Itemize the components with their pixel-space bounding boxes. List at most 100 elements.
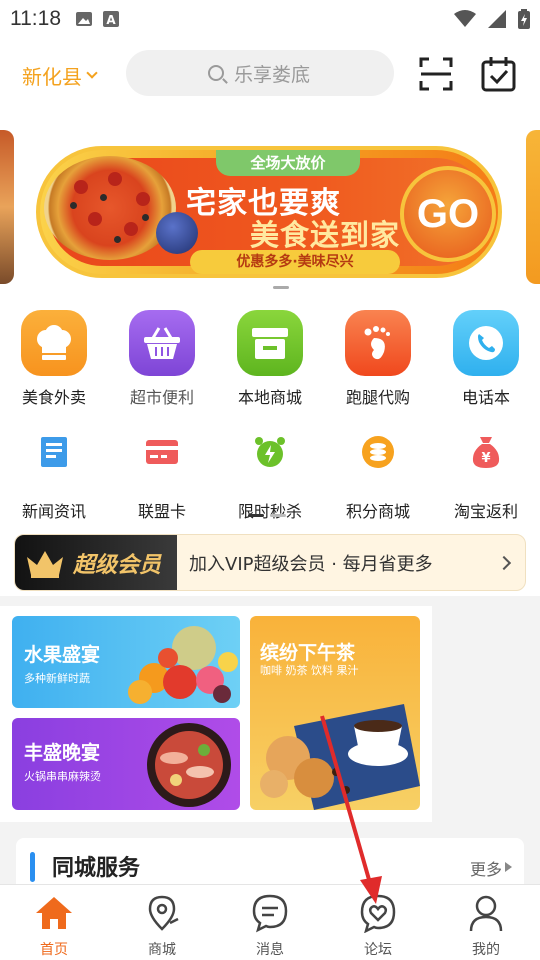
category-label: 新闻资讯 (21, 502, 86, 521)
promo-card-fruit[interactable]: 水果盛宴 多种新鲜时蔬 (12, 616, 240, 708)
chevron-right-icon (496, 555, 512, 570)
promo-title: 缤纷下午茶 (260, 642, 356, 664)
fruit-image (128, 626, 238, 704)
banner-carousel[interactable]: 全场大放价 宅家也要爽 美食送到家 优惠多多·美味尽兴 GO (0, 130, 540, 290)
category-food-delivery[interactable]: 美食外卖 (0, 310, 108, 408)
promo-subtitle: 多种新鲜时蔬 (24, 672, 90, 685)
pizza-image (44, 156, 176, 260)
coins-icon (360, 434, 396, 470)
category-label: 美食外卖 (21, 388, 86, 407)
category-label: 本地商城 (237, 388, 302, 407)
grid-page-indicator (248, 514, 286, 517)
more-link[interactable]: 更多 (470, 856, 502, 880)
location-selector[interactable]: 新化县 (22, 61, 98, 90)
coffee-image (260, 704, 420, 810)
search-icon (208, 65, 224, 81)
nav-forum[interactable]: 论坛 (324, 885, 432, 960)
banner-tag: 全场大放价 (216, 150, 360, 176)
main-category-grid: 美食外卖 超市便利 本地商城 跑腿代购 电话本 (0, 310, 540, 408)
nav-messages[interactable]: 消息 (216, 885, 324, 960)
category-label: 电话本 (461, 388, 510, 407)
crown-icon (27, 550, 63, 578)
promo-card-dinner[interactable]: 丰盛晚宴 火锅串串麻辣烫 (12, 718, 240, 810)
heart-chat-icon (358, 893, 398, 933)
section-title: 同城服务 (52, 856, 141, 881)
nav-label: 论坛 (364, 942, 392, 958)
store-icon (237, 310, 303, 376)
category-supermarket[interactable]: 超市便利 (108, 310, 216, 408)
calendar-check-icon[interactable] (481, 56, 516, 92)
chef-hat-icon (21, 310, 87, 376)
section-accent-bar (30, 852, 35, 882)
svg-text:A: A (106, 13, 116, 27)
location-label: 新化县 (22, 65, 82, 89)
nav-label: 首页 (40, 942, 68, 958)
banner-subtitle: 优惠多多·美味尽兴 (190, 250, 400, 274)
wifi-icon (454, 10, 476, 27)
promo-subtitle: 火锅串串麻辣烫 (24, 770, 101, 783)
vip-badge: 超级会员 (15, 535, 177, 590)
category-points-mall[interactable]: 积分商城 (324, 434, 432, 522)
map-pin-icon (142, 893, 182, 933)
category-label: 限时秒杀 (237, 502, 302, 521)
gallery-icon (76, 12, 92, 26)
vip-text: 加入VIP超级会员 · 每月省更多 (189, 553, 433, 575)
message-icon (250, 893, 290, 933)
banner-prev-slide (0, 130, 14, 284)
card-icon (144, 434, 180, 470)
nav-label: 消息 (256, 942, 284, 958)
category-label: 联盟卡 (137, 502, 186, 521)
user-icon (466, 893, 506, 933)
category-phonebook[interactable]: 电话本 (432, 310, 540, 408)
promo-grid: 水果盛宴 多种新鲜时蔬 丰盛晚宴 火锅串串麻辣烫 缤纷下午茶 咖啡 奶茶 饮料 … (0, 606, 432, 822)
vip-banner[interactable]: 超级会员 加入VIP超级会员 · 每月省更多 (14, 534, 526, 591)
nav-label: 我的 (472, 942, 500, 958)
home-icon (34, 893, 74, 933)
nav-home[interactable]: 首页 (0, 885, 108, 960)
category-flash-sale[interactable]: 限时秒杀 (216, 434, 324, 522)
banner-next-slide (526, 130, 540, 284)
hotpot-image (147, 723, 231, 807)
svg-text:¥: ¥ (481, 451, 490, 466)
money-bag-icon: ¥ (468, 434, 504, 470)
chevron-down-icon (86, 66, 98, 79)
scan-icon[interactable] (419, 57, 453, 91)
category-news[interactable]: 新闻资讯 (0, 434, 108, 522)
category-alliance-card[interactable]: 联盟卡 (108, 434, 216, 522)
font-icon: A (103, 11, 119, 27)
footprint-icon (345, 310, 411, 376)
bottom-navigation: 首页 商城 消息 论坛 我的 (0, 884, 540, 960)
phone-icon (453, 310, 519, 376)
category-label: 跑腿代购 (345, 388, 410, 407)
battery-icon (518, 9, 530, 29)
category-errand[interactable]: 跑腿代购 (324, 310, 432, 408)
go-button[interactable]: GO (400, 166, 496, 262)
news-icon (36, 434, 72, 470)
banner-slide[interactable]: 全场大放价 宅家也要爽 美食送到家 优惠多多·美味尽兴 GO (36, 146, 502, 278)
search-placeholder: 乐享娄底 (234, 63, 311, 86)
secondary-category-grid: 新闻资讯 联盟卡 限时秒杀 积分商城 ¥ 淘宝返利 (0, 434, 540, 522)
nav-label: 商城 (148, 942, 176, 958)
category-local-mall[interactable]: 本地商城 (216, 310, 324, 408)
category-taobao-rebate[interactable]: ¥ 淘宝返利 (432, 434, 540, 522)
promo-title: 水果盛宴 (24, 644, 101, 666)
carousel-indicator (273, 286, 289, 289)
promo-title: 丰盛晚宴 (24, 742, 101, 764)
nav-mall[interactable]: 商城 (108, 885, 216, 960)
banner-title-line2: 美食送到家 (250, 218, 401, 252)
signal-icon (488, 10, 506, 28)
vip-badge-text: 超级会员 (73, 552, 162, 578)
alarm-clock-icon (252, 434, 288, 470)
status-bar: 11:18 A (0, 0, 540, 38)
search-input[interactable]: 乐享娄底 (126, 50, 394, 96)
promo-card-afternoon-tea[interactable]: 缤纷下午茶 咖啡 奶茶 饮料 果汁 (250, 616, 420, 810)
category-label: 淘宝返利 (453, 502, 518, 521)
triangle-right-icon (505, 862, 512, 872)
promo-subtitle: 咖啡 奶茶 饮料 果汁 (260, 664, 359, 677)
status-time: 11:18 (10, 7, 61, 30)
header: 新化县 乐享娄底 (0, 48, 540, 100)
category-label: 超市便利 (129, 388, 194, 407)
nav-profile[interactable]: 我的 (432, 885, 540, 960)
basket-icon (129, 310, 195, 376)
category-label: 积分商城 (345, 502, 410, 521)
